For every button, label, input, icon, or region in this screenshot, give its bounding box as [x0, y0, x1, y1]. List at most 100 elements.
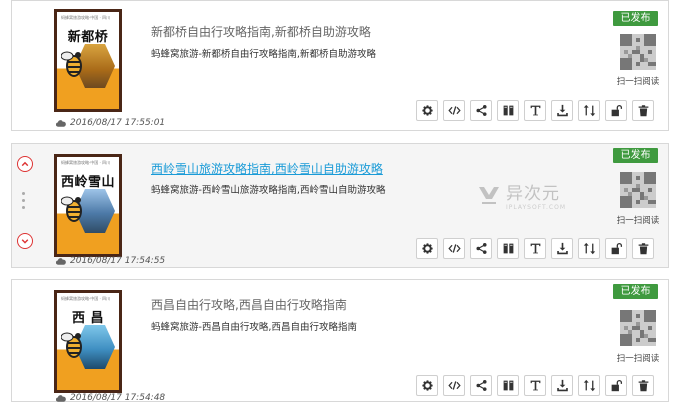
- settings-button[interactable]: [416, 100, 438, 121]
- article-description: 蚂蜂窝旅游-西岭雪山旅游攻略指南,西岭雪山自助游攻略: [151, 185, 386, 196]
- bee-mascot-icon: [61, 196, 82, 222]
- code-icon: [448, 242, 461, 255]
- code-icon: [448, 104, 461, 117]
- embed-code-button[interactable]: [443, 375, 465, 396]
- text-button[interactable]: [524, 100, 546, 121]
- sort-button[interactable]: [578, 100, 600, 121]
- download-icon: [556, 379, 569, 392]
- watermark-logo-icon: [479, 187, 499, 204]
- move-down-button[interactable]: [17, 233, 33, 249]
- qr-code: [620, 310, 656, 346]
- cover-brand: 蚂蜂窝旅游攻略·中国 · 四川: [61, 296, 111, 301]
- status-badge: 已发布: [613, 284, 658, 299]
- watermark-subtext: IPLAYSOFT.COM: [506, 204, 566, 211]
- gear-icon: [421, 104, 434, 117]
- chevron-up-icon: [21, 160, 29, 168]
- text-icon: [529, 242, 542, 255]
- cover-thumbnail[interactable]: 蚂蜂窝旅游攻略·中国 · 四川 新都桥: [54, 9, 122, 112]
- share-icon: [475, 104, 488, 117]
- action-toolbar: [416, 100, 654, 121]
- qr-label: 扫一扫阅读: [616, 354, 660, 364]
- cover-title: 西岭雪山: [60, 175, 115, 190]
- share-icon: [475, 242, 488, 255]
- share-button[interactable]: [470, 100, 492, 121]
- timestamp: 2016/08/17 17:54:55: [56, 256, 165, 266]
- download-button[interactable]: [551, 100, 573, 121]
- cover-thumbnail[interactable]: 蚂蜂窝旅游攻略·中国 · 四川 西岭雪山: [54, 154, 122, 257]
- article-description: 蚂蜂窝旅游-新都桥自由行攻略指南,新都桥自助游攻略: [151, 49, 376, 60]
- cover-brand: 蚂蜂窝旅游攻略·中国 · 四川: [61, 15, 111, 20]
- download-button[interactable]: [551, 238, 573, 259]
- book-icon: [502, 379, 515, 392]
- text-button[interactable]: [524, 238, 546, 259]
- qr-code: [620, 34, 656, 70]
- settings-button[interactable]: [416, 375, 438, 396]
- embed-code-button[interactable]: [443, 238, 465, 259]
- action-toolbar: [416, 238, 654, 259]
- delete-button[interactable]: [632, 375, 654, 396]
- status-badge: 已发布: [613, 11, 658, 26]
- sort-icon: [583, 242, 596, 255]
- trash-icon: [637, 242, 650, 255]
- watermark: 异次元 IPLAYSOFT.COM: [478, 179, 566, 211]
- sort-button[interactable]: [578, 375, 600, 396]
- read-button[interactable]: [497, 238, 519, 259]
- qr-label: 扫一扫阅读: [616, 77, 660, 87]
- text-icon: [529, 104, 542, 117]
- unlock-icon: [610, 104, 623, 117]
- gear-icon: [421, 379, 434, 392]
- move-up-button[interactable]: [17, 156, 33, 172]
- settings-button[interactable]: [416, 238, 438, 259]
- delete-button[interactable]: [632, 100, 654, 121]
- read-button[interactable]: [497, 100, 519, 121]
- article-card[interactable]: 蚂蜂窝旅游攻略·中国 · 四川 新都桥 新都桥自由行攻略指南,新都桥自助游攻略 …: [11, 0, 669, 131]
- sort-icon: [583, 379, 596, 392]
- article-description: 蚂蜂窝旅游-西昌自由行攻略,西昌自由行攻略指南: [151, 322, 357, 333]
- bee-mascot-icon: [61, 332, 82, 358]
- code-icon: [448, 379, 461, 392]
- text-button[interactable]: [524, 375, 546, 396]
- timestamp-text: 2016/08/17 17:55:01: [70, 118, 166, 128]
- book-icon: [502, 104, 515, 117]
- cloud-icon: [56, 395, 66, 402]
- cover-brand: 蚂蜂窝旅游攻略·中国 · 四川: [61, 160, 111, 165]
- timestamp: 2016/08/17 17:55:01: [56, 118, 165, 128]
- book-icon: [502, 242, 515, 255]
- download-button[interactable]: [551, 375, 573, 396]
- share-button[interactable]: [470, 375, 492, 396]
- download-icon: [556, 242, 569, 255]
- gear-icon: [421, 242, 434, 255]
- unlock-button[interactable]: [605, 375, 627, 396]
- cloud-icon: [56, 120, 66, 127]
- sort-icon: [583, 104, 596, 117]
- sort-button[interactable]: [578, 238, 600, 259]
- unlock-icon: [610, 242, 623, 255]
- article-title[interactable]: 西昌自由行攻略,西昌自由行攻略指南: [151, 296, 347, 313]
- article-title[interactable]: 西岭雪山旅游攻略指南,西岭雪山自助游攻略: [151, 160, 383, 177]
- delete-button[interactable]: [632, 238, 654, 259]
- trash-icon: [637, 379, 650, 392]
- article-card[interactable]: 蚂蜂窝旅游攻略·中国 · 四川 西 昌 西昌自由行攻略,西昌自由行攻略指南 蚂蜂…: [11, 279, 669, 403]
- cloud-icon: [56, 258, 66, 265]
- article-title[interactable]: 新都桥自由行攻略指南,新都桥自助游攻略: [151, 23, 371, 40]
- bee-mascot-icon: [61, 51, 82, 77]
- qr-label: 扫一扫阅读: [616, 216, 660, 226]
- cover-title: 西 昌: [71, 311, 105, 326]
- text-icon: [529, 379, 542, 392]
- read-button[interactable]: [497, 375, 519, 396]
- timestamp-text: 2016/08/17 17:54:55: [70, 256, 166, 266]
- share-button[interactable]: [470, 238, 492, 259]
- share-icon: [475, 379, 488, 392]
- qr-code: [620, 172, 656, 208]
- chevron-down-icon: [21, 237, 29, 245]
- cover-thumbnail[interactable]: 蚂蜂窝旅游攻略·中国 · 四川 西 昌: [54, 290, 122, 393]
- unlock-button[interactable]: [605, 238, 627, 259]
- status-badge: 已发布: [613, 148, 658, 163]
- drag-handle[interactable]: [22, 192, 26, 209]
- action-toolbar: [416, 375, 654, 396]
- watermark-text: 异次元: [506, 184, 560, 204]
- download-icon: [556, 104, 569, 117]
- unlock-button[interactable]: [605, 100, 627, 121]
- article-card[interactable]: 蚂蜂窝旅游攻略·中国 · 四川 西岭雪山 西岭雪山旅游攻略指南,西岭雪山自助游攻…: [11, 143, 669, 268]
- embed-code-button[interactable]: [443, 100, 465, 121]
